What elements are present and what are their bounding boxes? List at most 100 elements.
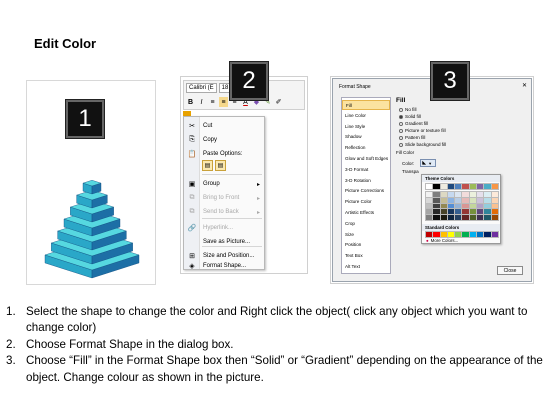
color-swatch[interactable]	[439, 191, 449, 198]
close-icon[interactable]: ✕	[522, 82, 527, 89]
color-swatch[interactable]	[490, 202, 500, 210]
color-swatch[interactable]	[483, 208, 492, 216]
color-swatch[interactable]	[425, 202, 434, 210]
menu-item[interactable]: ◈ Format Shape...	[184, 260, 264, 272]
color-swatch[interactable]	[483, 183, 492, 190]
color-swatch[interactable]	[446, 214, 456, 222]
color-swatch[interactable]	[476, 214, 485, 222]
color-swatch[interactable]	[483, 214, 492, 222]
color-swatch[interactable]	[490, 208, 500, 216]
color-swatch[interactable]	[461, 214, 470, 222]
color-swatch[interactable]	[439, 214, 449, 222]
color-swatch[interactable]	[439, 202, 449, 210]
category-item[interactable]: Reflection	[342, 143, 390, 153]
align-left-icon[interactable]: ≡	[208, 97, 217, 107]
menu-item[interactable]: 🔗 Hyperlink...	[184, 222, 264, 234]
color-swatch[interactable]	[461, 191, 470, 198]
color-swatch[interactable]	[461, 231, 470, 238]
italic-button[interactable]: I	[197, 97, 206, 107]
color-swatch[interactable]	[461, 196, 470, 204]
color-swatch[interactable]	[432, 208, 441, 216]
fill-option-radio[interactable]: Slide background fill	[399, 141, 446, 148]
color-swatch[interactable]	[483, 191, 492, 198]
category-item[interactable]: Glow and Soft Edges	[342, 154, 390, 164]
color-swatch[interactable]	[425, 231, 434, 238]
color-swatch[interactable]	[439, 196, 449, 204]
category-item[interactable]: Position	[342, 240, 390, 250]
color-swatch[interactable]	[483, 231, 492, 238]
color-swatch[interactable]	[476, 208, 485, 216]
color-swatch[interactable]	[446, 202, 456, 210]
category-item[interactable]: Text Box	[342, 251, 390, 261]
format-painter-icon[interactable]: ✐	[274, 97, 283, 107]
color-swatch[interactable]	[454, 208, 463, 216]
color-swatch[interactable]	[454, 196, 463, 204]
color-swatch[interactable]	[425, 208, 434, 216]
align-center-icon[interactable]: ≡	[219, 97, 228, 107]
color-swatch[interactable]	[439, 183, 449, 190]
color-swatch[interactable]	[468, 214, 478, 222]
color-swatch[interactable]	[468, 191, 478, 198]
category-item[interactable]: Artistic Effects	[342, 208, 390, 218]
menu-item[interactable]: ▣ Group ▸	[184, 178, 264, 190]
color-swatch[interactable]	[432, 214, 441, 222]
color-swatch[interactable]	[454, 202, 463, 210]
color-swatch[interactable]	[468, 231, 478, 238]
color-swatch[interactable]	[446, 208, 456, 216]
color-swatch[interactable]	[432, 196, 441, 204]
color-picker-button[interactable]: ◣ ▼	[420, 159, 437, 167]
color-swatch[interactable]	[446, 183, 456, 190]
color-swatch[interactable]	[461, 202, 470, 210]
category-item[interactable]: Crop	[342, 219, 390, 229]
color-swatch[interactable]	[476, 196, 485, 204]
color-swatch[interactable]	[468, 183, 478, 190]
category-item[interactable]: 3-D Rotation	[342, 176, 390, 186]
bold-button[interactable]: B	[186, 97, 195, 107]
fill-option-radio[interactable]: Pattern fill	[399, 134, 446, 141]
color-swatch[interactable]	[490, 231, 500, 238]
color-swatch[interactable]	[432, 231, 441, 238]
color-swatch[interactable]	[490, 196, 500, 204]
color-swatch[interactable]	[446, 196, 456, 204]
color-swatch[interactable]	[468, 202, 478, 210]
color-swatch[interactable]	[425, 183, 434, 190]
color-swatch[interactable]	[490, 214, 500, 222]
color-swatch[interactable]	[432, 202, 441, 210]
category-item[interactable]: Shadow	[342, 132, 390, 142]
menu-item[interactable]: ✂ Cut	[184, 120, 264, 132]
color-swatch[interactable]	[490, 191, 500, 198]
color-swatch[interactable]	[483, 202, 492, 210]
color-swatch[interactable]	[461, 208, 470, 216]
color-swatch[interactable]	[490, 183, 500, 190]
fill-option-radio[interactable]: No fill	[399, 106, 446, 113]
color-swatch[interactable]	[425, 196, 434, 204]
category-item[interactable]: Size	[342, 230, 390, 240]
fill-option-radio[interactable]: Solid fill	[399, 113, 446, 120]
color-swatch[interactable]	[483, 196, 492, 204]
menu-item[interactable]: ⧉ Bring to Front ▸	[184, 192, 264, 204]
category-item[interactable]: Line Color	[342, 111, 390, 121]
font-name-box[interactable]: Calibri (E	[186, 83, 217, 93]
more-colors-item[interactable]: ● More Colors...	[426, 238, 458, 243]
color-swatch[interactable]	[468, 208, 478, 216]
color-swatch[interactable]	[468, 196, 478, 204]
color-swatch[interactable]	[425, 214, 434, 222]
color-swatch[interactable]	[476, 191, 485, 198]
color-swatch[interactable]	[454, 191, 463, 198]
menu-item[interactable]: 📋 Paste Options:	[184, 148, 264, 160]
color-swatch[interactable]	[454, 214, 463, 222]
color-swatch[interactable]	[446, 191, 456, 198]
menu-item[interactable]: ⎘ Copy	[184, 134, 264, 146]
color-swatch[interactable]	[461, 183, 470, 190]
color-swatch[interactable]	[454, 231, 463, 238]
category-item[interactable]: Fill	[342, 100, 390, 110]
fill-option-radio[interactable]: Picture or texture fill	[399, 127, 446, 134]
color-swatch[interactable]	[446, 231, 456, 238]
color-swatch[interactable]	[432, 183, 441, 190]
color-swatch[interactable]	[432, 191, 441, 198]
category-item[interactable]: 3-D Format	[342, 165, 390, 175]
color-swatch[interactable]	[439, 208, 449, 216]
color-swatch[interactable]	[439, 231, 449, 238]
fill-option-radio[interactable]: Gradient fill	[399, 120, 446, 127]
menu-item[interactable]: ⧉ Send to Back ▸	[184, 206, 264, 218]
